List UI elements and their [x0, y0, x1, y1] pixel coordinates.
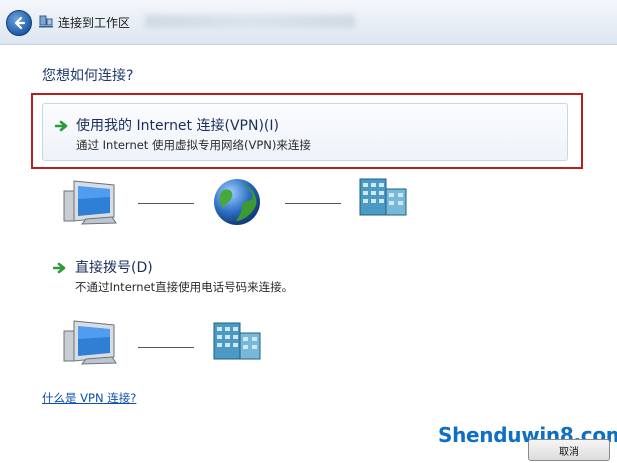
vpn-option[interactable]: 使用我的 Internet 连接(VPN)(I) 通过 Internet 使用虚…: [42, 103, 568, 161]
vpn-help-link[interactable]: 什么是 VPN 连接?: [42, 390, 136, 406]
computer-icon: [63, 180, 117, 225]
connection-line: [285, 203, 341, 204]
dialup-option-title: 直接拨号(D): [75, 260, 153, 276]
green-arrow-icon: [53, 262, 66, 274]
cancel-button[interactable]: 取消: [528, 439, 610, 461]
globe-icon: [214, 179, 260, 225]
window-title: 连接到工作区: [58, 16, 131, 30]
blurred-region: [145, 15, 355, 28]
connection-question: 您想如何连接?: [42, 68, 134, 84]
vpn-option-title: 使用我的 Internet 连接(VPN)(I): [76, 118, 279, 134]
dialup-option-description: 不通过Internet直接使用电话号码来连接。: [75, 280, 294, 294]
green-arrow-icon: [55, 120, 68, 132]
connection-line: [138, 347, 194, 348]
back-arrow-icon: [14, 16, 26, 30]
connection-line: [138, 203, 194, 204]
computer-icon: [63, 320, 117, 365]
back-button[interactable]: [6, 10, 32, 36]
main-content: 您想如何连接? 使用我的 Internet 连接(VPN)(I) 通过 Inte…: [0, 45, 617, 463]
vpn-option-description: 通过 Internet 使用虚拟专用网络(VPN)来连接: [76, 138, 311, 152]
network-icon: [39, 15, 53, 28]
dialup-option[interactable]: 直接拨号(D) 不通过Internet直接使用电话号码来连接。: [42, 257, 442, 297]
title-bar: 连接到工作区: [0, 0, 617, 45]
office-building-icon: [359, 178, 407, 216]
office-building-icon: [213, 322, 261, 360]
